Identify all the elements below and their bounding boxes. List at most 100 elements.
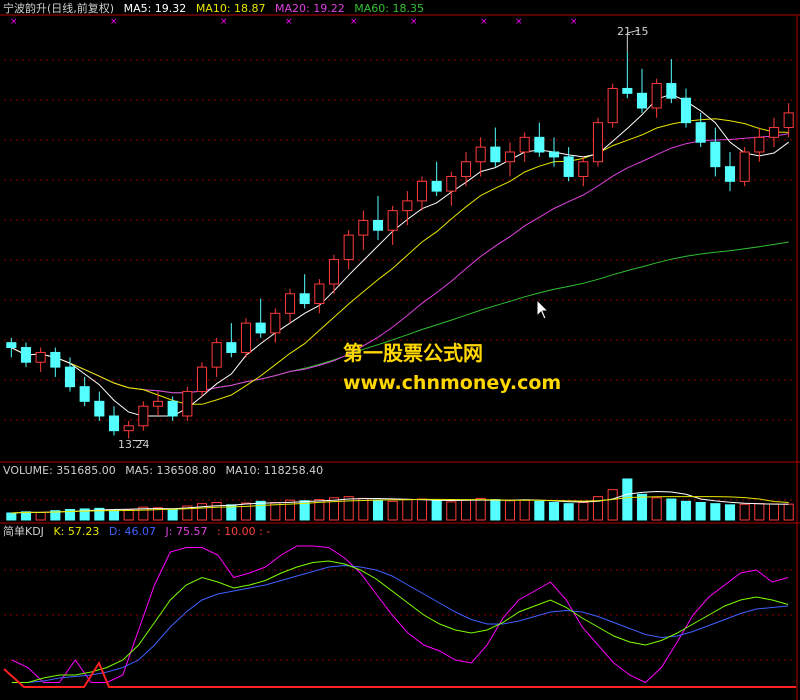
candle-body [240,322,252,353]
candle-body [64,366,76,388]
volume-bar [490,499,501,521]
volume-bar [20,511,32,521]
candle-body [651,83,662,109]
candle-body [138,405,149,427]
volume-bar [416,498,428,521]
kdj-title: 简单KDJ [3,525,44,538]
volume-bar [504,500,516,521]
volume-bar [783,503,794,521]
volume-bar [372,499,384,521]
volume-bar [563,503,574,521]
volume-bar [402,499,413,521]
candle-body [108,415,120,432]
volume-bar [739,503,750,521]
candle-body [563,156,574,177]
d-readout: D: 46.07 [108,525,157,538]
volume-readout: VOLUME: 351685.00 [3,464,116,477]
volume-bar [768,503,780,521]
candle-body [167,400,178,417]
volume-ma5-readout: MA5: 136508.80 [125,464,216,477]
signal-x-icon: × [110,17,118,27]
volume-bar [284,499,296,521]
candle-body [226,342,237,353]
volume-bar [519,499,530,521]
signal-x-icon: × [10,17,18,27]
volume-bar [358,497,369,521]
candle-body [6,342,17,349]
candle-body [387,210,398,231]
volume-bar [636,493,648,521]
candle-body [607,87,618,124]
volume-bar [167,508,178,521]
candle-body [460,161,472,177]
k-readout: K: 57.23 [53,525,100,538]
volume-bar [6,512,17,521]
candle-body [475,146,486,163]
volume-bar [607,489,618,521]
candle-body [182,391,193,417]
candle-body [402,200,413,212]
volume-bar [123,509,134,521]
volume-bar [255,500,266,521]
volume-bar [343,496,354,521]
volume-bar [651,497,662,521]
candle-body [768,127,780,138]
watermark-url: www.chnmoney.com [343,372,562,394]
candle-body [490,146,501,163]
signal-x-icon: × [480,17,488,27]
candle-body [50,351,61,368]
volume-bar [108,509,120,521]
candle-body [578,161,589,177]
candle-body [152,400,164,407]
price-header: 宁波韵升(日线,前复权) MA5: 19.32 MA10: 18.87 MA20… [3,2,430,16]
volume-bar [534,500,545,521]
volume-bar [578,502,589,521]
candle-body [666,83,677,99]
low-price-label: 13.24 [118,438,150,451]
ma20-readout: MA20: 19.22 [275,2,345,15]
ma5-line [11,93,789,417]
candle-body [754,136,765,153]
signal-x-icon: × [570,17,578,27]
candle-body [783,112,794,129]
kdj-k-line [11,560,789,683]
high-price-label: 21.15 [617,25,649,38]
candle-body [314,283,325,305]
candle-body [739,151,750,182]
candle-body [196,366,208,393]
candle-body [416,180,428,202]
kdj-extra: : 10.00 : - [216,525,271,538]
ma10-readout: MA10: 18.87 [195,2,266,15]
signal-x-icon: × [410,17,418,27]
candle-body [636,92,648,109]
j-readout: J: 75.57 [165,525,208,538]
candle-body [79,386,90,402]
candle-body [358,219,369,236]
signal-x-icon: × [350,17,358,27]
volume-bar [240,502,252,521]
candle-body [622,87,633,94]
candle-body [284,293,296,314]
candle-body [724,166,736,182]
candle-body [211,342,222,368]
candle-body [519,136,530,153]
candle-body [94,400,105,417]
candle-body [35,351,46,363]
candle-body [534,136,545,153]
candle-body [372,219,384,231]
volume-header: VOLUME: 351685.00 MA5: 136508.80 MA10: 1… [3,464,329,478]
candle-body [446,175,457,192]
volume-ma10-readout: MA10: 118258.40 [225,464,324,477]
volume-bar [211,502,222,521]
volume-bar [387,500,398,521]
signal-x-icon: × [220,17,228,27]
candle-body [548,151,560,158]
candle-body [680,97,692,124]
signal-x-icon: × [515,17,523,27]
candle-body [504,151,516,163]
volume-bar [754,503,765,521]
candle-body [695,122,706,143]
candle-body [299,293,310,305]
candle-body [123,425,134,432]
volume-bar [446,501,457,521]
